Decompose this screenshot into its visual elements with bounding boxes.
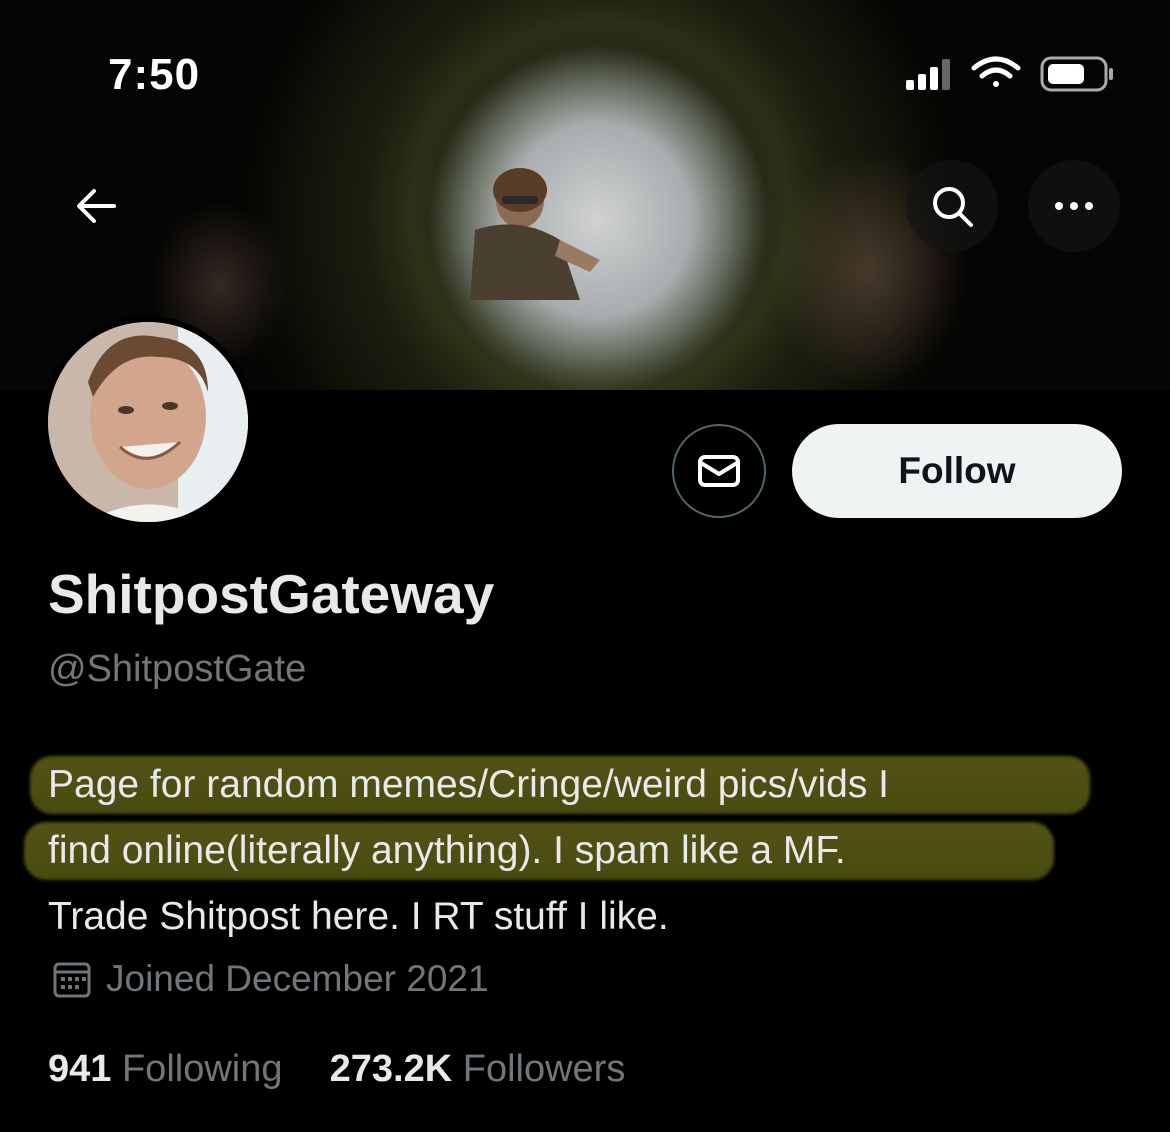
- joined-date: Joined December 2021: [52, 958, 489, 1000]
- bio-line: Page for random memes/Cringe/weird pics/…: [48, 752, 1138, 818]
- more-button[interactable]: [1028, 160, 1120, 252]
- following-label: Following: [121, 1048, 283, 1090]
- envelope-icon: [698, 455, 740, 487]
- bio-line: Trade Shitpost here. I RT stuff I like.: [48, 884, 1138, 950]
- search-button[interactable]: [906, 160, 998, 252]
- followers-link[interactable]: 273.2K Followers: [330, 1048, 626, 1090]
- message-button[interactable]: [672, 424, 766, 518]
- wifi-icon: [971, 56, 1021, 87]
- bio-line: find online(literally anything). I spam …: [48, 818, 1138, 884]
- followers-count: 273.2K: [329, 1048, 453, 1090]
- banner-figure: [470, 168, 600, 300]
- avatar-image: [48, 322, 248, 522]
- more-icon: [1055, 202, 1093, 210]
- handle: @ShitpostGate: [48, 648, 307, 690]
- back-button[interactable]: [50, 160, 142, 252]
- signal-icon: [906, 59, 950, 90]
- bio-line-text: Page for random memes/Cringe/weird pics/…: [48, 763, 889, 806]
- search-icon: [933, 187, 973, 227]
- followers-label: Followers: [462, 1048, 626, 1090]
- follow-button[interactable]: Follow: [792, 424, 1122, 518]
- arrow-left-icon: [77, 189, 116, 223]
- display-name: ShitpostGateway: [48, 563, 495, 625]
- profile-stats: 941 Following 273.2K Followers: [48, 1048, 625, 1091]
- status-icons: [906, 56, 1113, 92]
- status-time: 7:50: [108, 50, 201, 99]
- bio-line-text: find online(literally anything). I spam …: [48, 829, 846, 872]
- joined-label: Joined December 2021: [106, 958, 489, 999]
- calendar-icon: [53, 962, 91, 998]
- following-link[interactable]: 941 Following: [48, 1048, 293, 1090]
- following-count: 941: [48, 1048, 112, 1090]
- bio-line-text: Trade Shitpost here. I RT stuff I like.: [48, 895, 669, 938]
- profile-page: 7:50 Follow ShitpostGateway @ShitpostGat…: [0, 0, 1170, 1132]
- battery-icon: [1040, 56, 1113, 92]
- bio: Page for random memes/Cringe/weird pics/…: [24, 752, 1138, 950]
- avatar[interactable]: [42, 316, 254, 528]
